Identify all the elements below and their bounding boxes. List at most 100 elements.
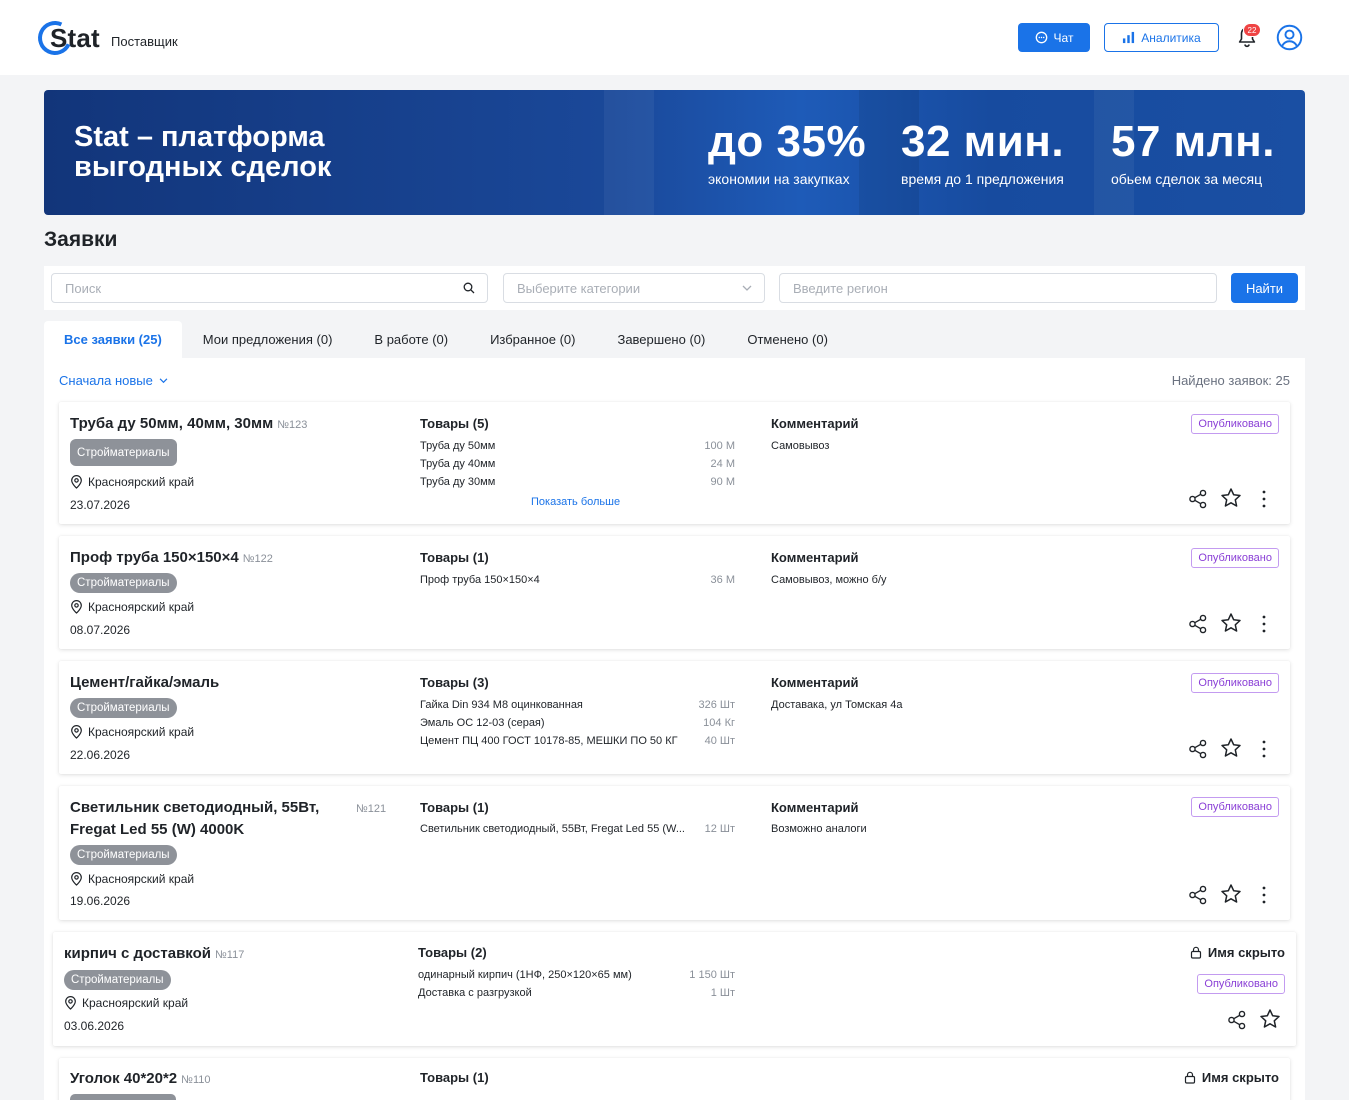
show-more-link[interactable]: Показать больше bbox=[531, 496, 620, 508]
profile-icon[interactable] bbox=[1276, 24, 1303, 51]
analytics-button-label: Аналитика bbox=[1141, 30, 1201, 45]
request-number: №121 bbox=[356, 803, 387, 815]
star-icon[interactable] bbox=[1220, 487, 1242, 509]
logo[interactable]: Stat bbox=[33, 16, 100, 60]
more-vertical-icon[interactable] bbox=[1253, 488, 1275, 510]
status-badge: Опубликовано bbox=[1191, 797, 1279, 817]
item-name: Труба ду 50мм bbox=[420, 440, 496, 452]
hidden-name-text: Имя скрыто bbox=[1207, 945, 1285, 960]
region: Красноярский край bbox=[70, 725, 194, 739]
banner-stat-time: 32 мин. время до 1 предложения bbox=[901, 118, 1064, 188]
search-placeholder: Поиск bbox=[65, 280, 102, 296]
star-icon[interactable] bbox=[1220, 737, 1242, 759]
more-vertical-icon[interactable] bbox=[1253, 613, 1275, 635]
tab-all[interactable]: Все заявки (25) bbox=[44, 321, 182, 358]
item-qty: 326 Шт bbox=[698, 699, 735, 711]
status-badge: Опубликовано bbox=[1191, 414, 1279, 434]
status-badge: Опубликовано bbox=[1191, 673, 1279, 693]
request-card[interactable]: Проф труба 150×150×4 №122 Стройматериалы … bbox=[59, 536, 1290, 649]
more-vertical-icon[interactable] bbox=[1253, 738, 1275, 760]
request-title[interactable]: Уголок 40*20*2 №110 bbox=[70, 1068, 211, 1091]
search-input[interactable]: Поиск bbox=[51, 273, 488, 303]
region: Красноярский край bbox=[70, 600, 194, 614]
tab-cancelled[interactable]: Отменено (0) bbox=[726, 321, 849, 358]
user-role: Поставщик bbox=[111, 34, 178, 49]
request-title-text: Уголок 40*20*2 bbox=[70, 1070, 178, 1087]
item-qty: 36 М bbox=[710, 574, 735, 586]
request-card[interactable]: Труба ду 50мм, 40мм, 30мм №123 Стройматер… bbox=[59, 402, 1290, 524]
region-text: Красноярский край bbox=[88, 725, 195, 739]
tab-favorites[interactable]: Избранное (0) bbox=[469, 321, 596, 358]
location-pin-icon bbox=[71, 725, 82, 739]
category-chip: Стройматериалы bbox=[70, 845, 177, 865]
find-button[interactable]: Найти bbox=[1231, 273, 1298, 303]
item-qty: 104 Кг bbox=[703, 717, 735, 729]
star-icon[interactable] bbox=[1220, 612, 1242, 634]
share-icon[interactable] bbox=[1187, 884, 1209, 906]
request-title-text: Проф труба 150×150×4 bbox=[70, 549, 239, 566]
location-pin-icon bbox=[71, 600, 82, 614]
comment-title: Комментарий bbox=[771, 416, 859, 431]
item-qty: 24 М bbox=[710, 458, 735, 470]
request-card[interactable]: кирпич с доставкой №117 Стройматериалы Кр… bbox=[53, 932, 1296, 1046]
lock-icon bbox=[1190, 946, 1202, 959]
category-select[interactable]: Выберите категории bbox=[503, 273, 765, 303]
share-icon[interactable] bbox=[1187, 613, 1209, 635]
star-icon[interactable] bbox=[1259, 1008, 1281, 1030]
request-number: №123 bbox=[277, 419, 308, 431]
item-qty: 40 Шт bbox=[704, 735, 735, 747]
banner-stat-volume: 57 млн. обьем сделок за месяц bbox=[1111, 118, 1275, 188]
tab-completed[interactable]: Завершено (0) bbox=[596, 321, 726, 358]
request-title[interactable]: Проф труба 150×150×4 №122 bbox=[70, 547, 273, 570]
region-input[interactable]: Введите регион bbox=[779, 273, 1217, 303]
found-count: Найдено заявок: 25 bbox=[1171, 373, 1290, 388]
request-title[interactable]: Цемент/гайка/эмаль bbox=[70, 672, 223, 695]
item-qty: 12 Шт bbox=[704, 823, 735, 835]
location-pin-icon bbox=[71, 475, 82, 489]
share-icon[interactable] bbox=[1226, 1009, 1248, 1031]
more-vertical-icon[interactable] bbox=[1253, 884, 1275, 906]
request-card[interactable]: Уголок 40*20*2 №110 Товары (1) Имя скрыто bbox=[59, 1058, 1290, 1100]
share-icon[interactable] bbox=[1187, 738, 1209, 760]
category-chip bbox=[70, 1094, 176, 1100]
request-title[interactable]: Светильник светодиодный, 55Вт, Fregat Le… bbox=[70, 797, 330, 841]
sort-dropdown[interactable]: Сначала новые bbox=[59, 373, 168, 388]
request-date: 19.06.2026 bbox=[70, 894, 131, 908]
chevron-down-icon bbox=[159, 377, 168, 383]
request-card[interactable]: Светильник светодиодный, 55Вт, Fregat Le… bbox=[59, 786, 1290, 920]
request-card[interactable]: Цемент/гайка/эмаль Стройматериалы Красно… bbox=[59, 661, 1290, 774]
banner-title: Stat – платформа выгодных сделок bbox=[74, 121, 332, 183]
chevron-down-icon bbox=[742, 285, 752, 291]
region-text: Красноярский край bbox=[88, 475, 195, 489]
goods-title: Товары (5) bbox=[420, 416, 489, 431]
region-text: Красноярский край bbox=[88, 600, 195, 614]
comment-title: Комментарий bbox=[771, 800, 859, 815]
search-icon[interactable] bbox=[463, 282, 475, 294]
analytics-button[interactable]: Аналитика bbox=[1104, 23, 1219, 52]
comment-text: Самовывоз bbox=[771, 440, 830, 452]
comment-text: Возможно аналоги bbox=[771, 823, 867, 835]
item-qty: 90 М bbox=[710, 476, 735, 488]
item-name: Гайка Din 934 М8 оцинкованная bbox=[420, 699, 583, 711]
request-number: №110 bbox=[181, 1074, 211, 1086]
request-title[interactable]: Труба ду 50мм, 40мм, 30мм №123 bbox=[70, 413, 307, 436]
hidden-name: Имя скрыто bbox=[1190, 945, 1285, 960]
comment-text: Доставака, ул Томская 4а bbox=[771, 699, 903, 711]
region-text: Красноярский край bbox=[88, 872, 195, 886]
request-title-text: кирпич с доставкой bbox=[64, 945, 211, 962]
request-title[interactable]: кирпич с доставкой №117 bbox=[64, 943, 244, 966]
request-date: 08.07.2026 bbox=[70, 623, 131, 637]
share-icon[interactable] bbox=[1187, 488, 1209, 510]
comment-title: Комментарий bbox=[771, 675, 859, 690]
chat-button[interactable]: Чат bbox=[1018, 23, 1090, 52]
item-name: Эмаль ОС 12-03 (серая) bbox=[420, 717, 545, 729]
category-placeholder: Выберите категории bbox=[517, 280, 641, 296]
tab-my-offers[interactable]: Мои предложения (0) bbox=[182, 321, 354, 358]
category-chip: Стройматериалы bbox=[70, 573, 177, 593]
star-icon[interactable] bbox=[1220, 883, 1242, 905]
tab-in-progress[interactable]: В работе (0) bbox=[353, 321, 469, 358]
request-title-text: Цемент/гайка/эмаль bbox=[70, 674, 220, 691]
banner-stat-savings: до 35% экономии на закупках bbox=[708, 118, 866, 188]
comment-title: Комментарий bbox=[771, 550, 859, 565]
chat-button-label: Чат bbox=[1053, 30, 1074, 45]
